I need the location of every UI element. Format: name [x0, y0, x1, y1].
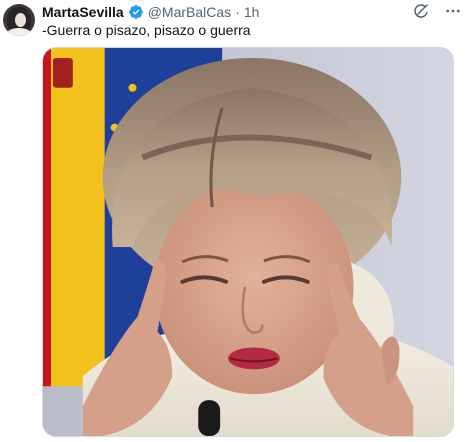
verified-badge-icon [128, 5, 143, 19]
tweet-header: MartaSevilla @MarBalCas · 1h [42, 4, 259, 20]
timestamp[interactable]: 1h [244, 4, 260, 20]
tweet-photo[interactable] [42, 47, 454, 437]
avatar[interactable] [3, 4, 35, 36]
display-name[interactable]: MartaSevilla [42, 4, 124, 20]
tweet-text: -Guerra o pisazo, pisazo o guerra [42, 22, 251, 38]
grok-icon[interactable] [412, 2, 430, 20]
separator-dot: · [235, 4, 240, 20]
tweet-card: MartaSevilla @MarBalCas · 1h -Guerra o p… [0, 0, 476, 442]
photo-illustration [43, 48, 453, 436]
tweet-actions [412, 2, 462, 20]
more-icon[interactable] [444, 2, 462, 20]
user-handle[interactable]: @MarBalCas [148, 4, 231, 20]
